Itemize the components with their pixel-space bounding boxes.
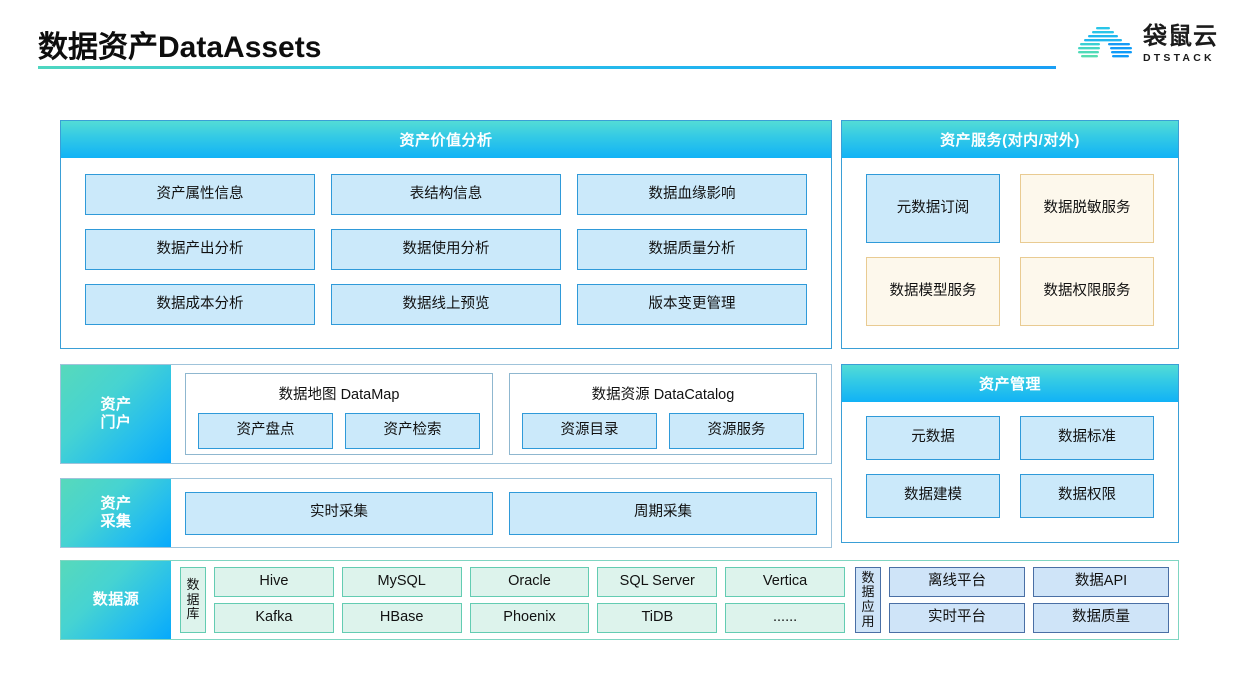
application-label-char: 应 [861,599,875,614]
group-datacatalog-items: 资源目录 资源服务 [510,404,816,460]
database-item[interactable]: SQL Server [597,567,718,597]
group-datacatalog: 数据资源 DataCatalog 资源目录 资源服务 [509,373,817,455]
page-title: 数据资产DataAssets [38,31,322,64]
application-label-char: 用 [861,613,875,629]
data-source-label-line1: 数据源 [92,590,140,608]
asset-service-item[interactable]: 数据脱敏服务 [1020,174,1154,243]
database-item[interactable]: Kafka [214,603,334,633]
panel-asset-service: 资产服务(对内/对外) 元数据订阅 数据脱敏服务 数据模型服务 数据权限服务 [841,120,1179,349]
database-label-char: 据 [186,591,200,607]
row-asset-portal: 资产 门户 数据地图 DataMap 资产盘点 资产检索 数据资源 DataCa… [60,364,832,464]
panel-asset-management: 资产管理 元数据 数据标准 数据建模 数据权限 [841,364,1179,543]
asset-collect-item[interactable]: 周期采集 [509,491,817,535]
database-grid: Hive MySQL Oracle SQL Server Vertica Kaf… [214,567,845,633]
database-item[interactable]: Hive [214,567,334,597]
panel-asset-service-title: 资产服务(对内/对外) [842,121,1178,158]
application-item[interactable]: 实时平台 [889,603,1025,633]
application-item[interactable]: 离线平台 [889,567,1025,597]
brand-logo: 袋鼠云 DTSTACK [1076,20,1218,68]
database-vertical-label: 数 据 库 [180,567,206,633]
asset-portal-label: 资产 门户 [61,365,171,463]
asset-collect-body: 实时采集 周期采集 [171,479,831,547]
value-analysis-item[interactable]: 数据产出分析 [85,229,315,270]
asset-management-item[interactable]: 元数据 [866,416,1000,460]
asset-collect-label: 资产 采集 [61,479,171,547]
panel-value-analysis: 资产价值分析 资产属性信息 表结构信息 数据血缘影响 数据产出分析 数据使用分析… [60,120,832,349]
value-analysis-item[interactable]: 表结构信息 [331,174,561,215]
asset-management-item[interactable]: 数据标准 [1020,416,1154,460]
datamap-item[interactable]: 资产检索 [345,413,480,449]
asset-collect-label-line1: 资产 [100,494,132,512]
database-item[interactable]: Oracle [469,567,590,597]
asset-portal-body: 数据地图 DataMap 资产盘点 资产检索 数据资源 DataCatalog … [171,365,831,463]
row-asset-collect: 资产 采集 实时采集 周期采集 [60,478,832,548]
database-item[interactable]: TiDB [597,603,718,633]
asset-service-item[interactable]: 数据模型服务 [866,257,1000,326]
value-analysis-item[interactable]: 数据线上预览 [331,284,561,325]
value-analysis-item[interactable]: 版本变更管理 [577,284,807,325]
application-item[interactable]: 数据API [1033,567,1169,597]
data-source-label: 数据源 [61,561,171,639]
datacatalog-item[interactable]: 资源目录 [522,413,657,449]
datamap-item[interactable]: 资产盘点 [198,413,333,449]
panel-asset-management-title: 资产管理 [842,365,1178,402]
asset-collect-item[interactable]: 实时采集 [185,491,493,535]
datacatalog-item[interactable]: 资源服务 [669,413,804,449]
value-analysis-item[interactable]: 数据质量分析 [577,229,807,270]
application-label-char: 据 [861,584,875,600]
asset-management-grid: 元数据 数据标准 数据建模 数据权限 [842,402,1178,532]
panel-value-analysis-title: 资产价值分析 [61,121,831,158]
asset-collect-label-line2: 采集 [100,513,132,530]
value-analysis-item[interactable]: 数据血缘影响 [577,174,807,215]
page-header: 数据资产DataAssets 袋鼠云 DTSTACK [0,0,1246,86]
value-analysis-item[interactable]: 数据使用分析 [331,229,561,270]
value-analysis-item[interactable]: 资产属性信息 [85,174,315,215]
group-datamap-items: 资产盘点 资产检索 [186,404,492,460]
kangaroo-cloud-logo-icon [1078,27,1132,58]
database-item[interactable]: Phoenix [469,603,590,633]
row-data-source: 数据源 数 据 库 Hive MySQL Oracle SQL Server V… [60,560,1179,640]
asset-management-item[interactable]: 数据建模 [866,474,1000,518]
value-analysis-item[interactable]: 数据成本分析 [85,284,315,325]
group-datamap: 数据地图 DataMap 资产盘点 资产检索 [185,373,493,455]
brand-name-en: DTSTACK [1143,51,1215,64]
database-label-char: 数 [186,577,200,593]
application-label-char: 数 [861,569,875,585]
group-datamap-title: 数据地图 DataMap [278,387,400,403]
title-underline [38,66,1056,69]
asset-service-grid: 元数据订阅 数据脱敏服务 数据模型服务 数据权限服务 [842,158,1178,342]
database-label-char: 库 [186,606,200,622]
asset-management-item[interactable]: 数据权限 [1020,474,1154,518]
database-item[interactable]: MySQL [341,567,462,597]
value-analysis-grid: 资产属性信息 表结构信息 数据血缘影响 数据产出分析 数据使用分析 数据质量分析… [61,158,831,341]
application-item[interactable]: 数据质量 [1033,603,1169,633]
group-datacatalog-title: 数据资源 DataCatalog [591,387,735,403]
database-item[interactable]: HBase [341,603,462,633]
asset-service-item[interactable]: 数据权限服务 [1020,257,1154,326]
database-item[interactable]: ...... [725,603,845,633]
slide-canvas: 数据资产DataAssets 袋鼠云 DTSTACK 资产价值分析 资产属性信息… [0,0,1246,696]
asset-portal-label-line1: 资产 [100,395,132,413]
asset-service-item[interactable]: 元数据订阅 [866,174,1000,243]
brand-text: 袋鼠云 DTSTACK [1143,22,1218,64]
application-grid: 离线平台 数据API 实时平台 数据质量 [889,567,1169,633]
database-item[interactable]: Vertica [725,567,845,597]
asset-portal-label-line2: 门户 [100,414,132,431]
brand-name-cn: 袋鼠云 [1143,22,1218,50]
data-source-body: 数 据 库 Hive MySQL Oracle SQL Server Verti… [171,561,1178,639]
application-vertical-label: 数 据 应 用 [855,567,881,633]
